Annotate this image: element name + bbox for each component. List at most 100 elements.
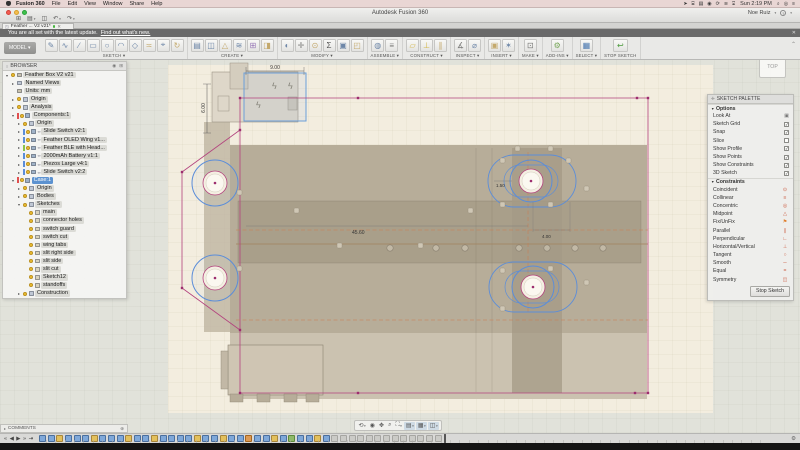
checkbox[interactable]: ✓	[784, 146, 789, 151]
toolbar-group-label[interactable]: CREATE ▾	[221, 53, 243, 59]
redo-icon[interactable]: ↷▾	[67, 15, 75, 22]
fit-icon[interactable]: ⛶▾	[394, 422, 403, 430]
point-icon[interactable]: ⌖	[157, 39, 170, 52]
visibility-bulb-icon[interactable]	[20, 178, 24, 182]
undo-icon[interactable]: ↶▾	[53, 15, 61, 22]
visibility-bulb-icon[interactable]	[29, 235, 33, 239]
checkbox[interactable]	[784, 138, 789, 143]
box-icon[interactable]: ◨	[261, 39, 274, 52]
tree-row[interactable]: ▸∞Piezos Large v4:1	[3, 160, 126, 168]
tree-row[interactable]: ▸Origin	[3, 120, 126, 128]
airplay-icon[interactable]: ⌺	[732, 1, 735, 7]
constraint-coincident[interactable]: Coincident⊙	[708, 186, 793, 194]
stop-sketch-icon[interactable]: ↩	[613, 39, 628, 52]
zoom-icon[interactable]: ⌕	[387, 422, 393, 430]
tree-row[interactable]: switch guard	[3, 225, 126, 233]
toolbar-group-label[interactable]: ASSEMBLE ▾	[371, 53, 400, 59]
whats-new-link[interactable]: Find out what's new.	[101, 30, 151, 36]
offset-icon[interactable]: ⊙	[309, 39, 322, 52]
tree-row[interactable]: main	[3, 209, 126, 217]
menu-item-view[interactable]: View	[84, 1, 96, 7]
3d-print-icon[interactable]: ⊡	[524, 39, 537, 52]
tree-row[interactable]: ▸∞2000mAh Battery v1:1	[3, 152, 126, 160]
visibility-bulb-icon[interactable]	[23, 122, 27, 126]
plane-offset-icon[interactable]: ▱	[406, 39, 419, 52]
project-icon[interactable]: ↻	[171, 39, 184, 52]
tree-row[interactable]: ▸∞Feather OLED Wing v1...	[3, 136, 126, 144]
control-center-icon[interactable]: ≡	[792, 1, 795, 7]
visibility-bulb-icon[interactable]	[23, 292, 27, 296]
visibility-bulb-icon[interactable]	[17, 105, 21, 109]
menu-item-window[interactable]: Window	[103, 1, 123, 7]
tree-row[interactable]: ▸Analysis	[3, 103, 126, 111]
polygon-icon[interactable]: ◇	[129, 39, 142, 52]
user-menu[interactable]: Noe Ruiz	[748, 10, 771, 16]
split-icon[interactable]: ◰	[351, 39, 364, 52]
visibility-bulb-icon[interactable]	[26, 138, 30, 142]
sync-icon[interactable]: ⟳	[716, 1, 720, 7]
visibility-bulb-icon[interactable]	[23, 186, 27, 190]
step-back-icon[interactable]: ◀	[10, 436, 14, 442]
eye-icon[interactable]: ◉	[707, 1, 711, 7]
browser-pin-icon[interactable]: ⊞	[119, 63, 123, 69]
visibility-bulb-icon[interactable]	[29, 219, 33, 223]
visibility-bulb-icon[interactable]	[17, 97, 21, 101]
create-sketch-icon[interactable]: ✎	[45, 39, 58, 52]
constraint-midpoint[interactable]: Midpoint△	[708, 210, 793, 218]
tree-row[interactable]: ▸Origin	[3, 184, 126, 192]
constraint-parallel[interactable]: Parallel∥	[708, 226, 793, 234]
visibility-bulb-icon[interactable]	[29, 243, 33, 247]
help-icon[interactable]: ?	[780, 10, 786, 16]
axis-icon[interactable]: ⊥	[420, 39, 433, 52]
checkbox[interactable]: ✓	[784, 171, 789, 176]
app-grid-icon[interactable]: ⊞	[16, 15, 21, 22]
menu-item-help[interactable]: Help	[151, 1, 162, 7]
apple-menu-icon[interactable]	[6, 1, 11, 6]
constraint-concentric[interactable]: Concentric◎	[708, 202, 793, 210]
visibility-bulb-icon[interactable]	[26, 154, 30, 158]
tree-row[interactable]: standoffs	[3, 281, 126, 289]
pattern-icon[interactable]: ⊞	[247, 39, 260, 52]
battery-component[interactable]	[221, 345, 323, 402]
orbit-icon[interactable]: ⟲▾	[357, 422, 367, 430]
tree-row[interactable]: ▸∞Slide Switch v2:1	[3, 128, 126, 136]
toolbar-group-label[interactable]: MAKE ▾	[522, 53, 539, 59]
timeline-settings-icon[interactable]: ⚙	[791, 436, 796, 442]
checkbox[interactable]: ✓	[784, 155, 789, 160]
tree-row[interactable]: ▾Case:1	[3, 176, 126, 184]
tree-row[interactable]: ▾Sketches	[3, 201, 126, 209]
look-at-icon[interactable]: ◉	[368, 422, 376, 430]
decal-icon[interactable]: ✶	[502, 39, 515, 52]
constraint-perpendicular[interactable]: Perpendicular∟	[708, 235, 793, 243]
measure-icon[interactable]: ∡	[454, 39, 467, 52]
tree-row[interactable]: wing tabs	[3, 241, 126, 249]
select-icon[interactable]: ▦	[580, 39, 593, 52]
workspace-switcher-button[interactable]: MODEL ▾	[4, 42, 36, 54]
view-cube-face-label[interactable]: TOP	[767, 64, 778, 70]
tree-row[interactable]: Sketch12	[3, 273, 126, 281]
visibility-bulb-icon[interactable]	[29, 227, 33, 231]
shell-icon[interactable]: ▣	[337, 39, 350, 52]
menu-item-edit[interactable]: Edit	[68, 1, 77, 7]
visibility-bulb-icon[interactable]	[26, 162, 30, 166]
insert-mesh-icon[interactable]: ▣	[488, 39, 501, 52]
viewports-icon[interactable]: ◫▾	[428, 422, 439, 430]
timeline-ruler[interactable]	[46, 440, 770, 443]
palette-constraints-header[interactable]: ▼ Constraints	[708, 178, 793, 186]
revolve-icon[interactable]: ◫	[205, 39, 218, 52]
toolbar-group-label[interactable]: ADD-INS ▾	[546, 53, 569, 59]
section-icon[interactable]: ⌀	[468, 39, 481, 52]
visibility-bulb-icon[interactable]	[23, 194, 27, 198]
pan-icon[interactable]: ✥	[378, 422, 386, 430]
visibility-bulb-icon[interactable]	[29, 251, 33, 255]
palette-grip-icon[interactable]: ✛	[711, 96, 715, 102]
siri-icon[interactable]: ◎	[784, 1, 788, 7]
visibility-bulb-icon[interactable]	[29, 275, 33, 279]
joint-icon[interactable]: ≡	[385, 39, 398, 52]
browser-grip-icon[interactable]: ≡	[6, 64, 8, 69]
visibility-bulb-icon[interactable]	[20, 114, 24, 118]
visibility-bulb-icon[interactable]	[29, 259, 33, 263]
toolbar-group-label[interactable]: INSPECT ▾	[456, 53, 480, 59]
new-file-icon[interactable]: ▤▾	[27, 15, 35, 22]
menu-app-name[interactable]: Fusion 360	[16, 1, 45, 7]
